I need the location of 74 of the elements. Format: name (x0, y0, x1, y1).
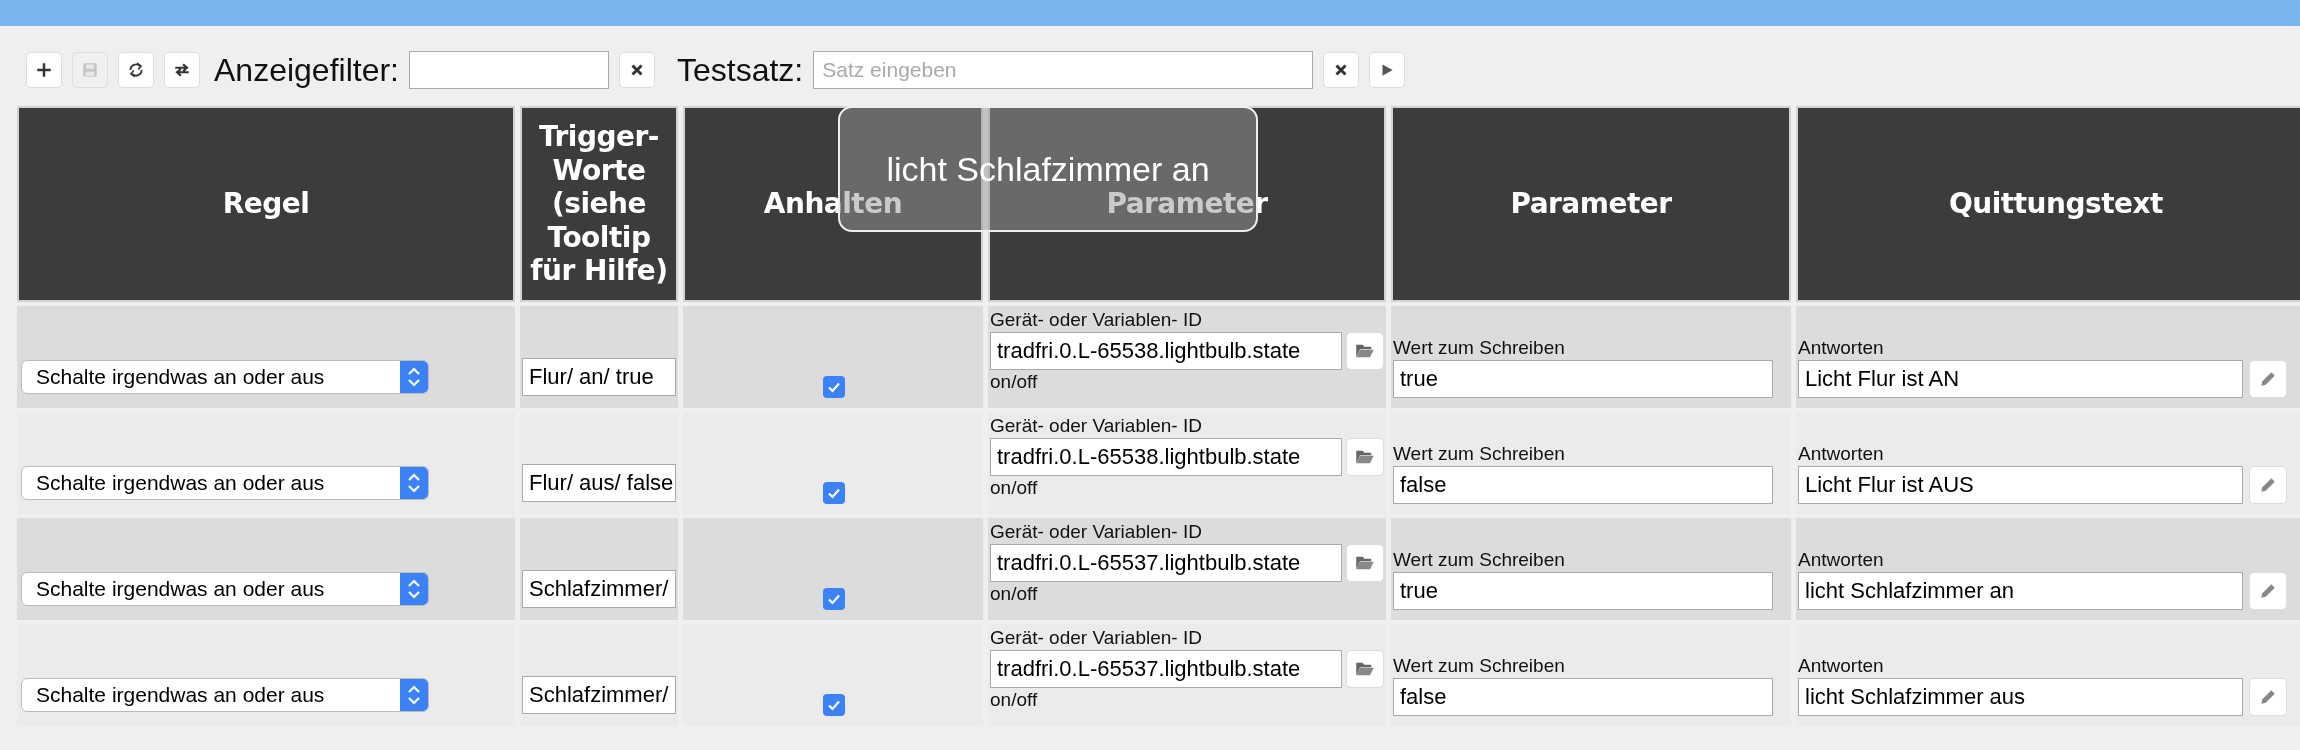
column-header: Trigger-Worte (siehe Tooltip für Hilfe) (520, 106, 678, 302)
edit-button[interactable] (2249, 572, 2287, 610)
field-label: Gerät- oder Variablen- ID (990, 414, 1203, 438)
sync-icon (127, 61, 145, 79)
value-field[interactable]: false (1393, 678, 1773, 716)
play-button[interactable] (1369, 52, 1406, 88)
field-label: Antworten (1798, 548, 1885, 572)
plus-button[interactable] (26, 52, 62, 88)
value-field[interactable]: false (1393, 466, 1773, 504)
id-field[interactable]: tradfri.0.L-65538.lightbulb.state (990, 332, 1342, 370)
column-header: Quittungstext (1796, 106, 2300, 302)
floppy-icon (81, 61, 99, 79)
field-label: Antworten (1798, 654, 1885, 678)
id-field[interactable]: tradfri.0.L-65537.lightbulb.state (990, 650, 1342, 688)
field-label: Wert zum Schreiben (1393, 336, 1566, 360)
reply-field[interactable]: Licht Flur ist AUS (1798, 466, 2243, 504)
rule-select[interactable]: Schalte irgendwas an oder aus (21, 466, 429, 500)
test-sentence-field[interactable]: Satz eingeben (813, 51, 1314, 89)
up-down-chevron-icon (400, 679, 428, 711)
rule-select[interactable]: Schalte irgendwas an oder aus (21, 360, 429, 394)
field-label: Gerät- oder Variablen- ID (990, 520, 1203, 544)
field-label: Gerät- oder Variablen- ID (990, 308, 1203, 332)
reply-field[interactable]: licht Schlafzimmer aus (1798, 678, 2243, 716)
rule-select[interactable]: Schalte irgendwas an oder aus (21, 572, 429, 606)
up-down-chevron-icon (400, 467, 428, 499)
up-down-chevron-icon (400, 573, 428, 605)
edit-button[interactable] (2249, 466, 2287, 504)
stop-checkbox[interactable] (823, 694, 845, 716)
field-label: Wert zum Schreiben (1393, 654, 1566, 678)
pencil-icon (2259, 688, 2277, 706)
edit-button[interactable] (2249, 678, 2287, 716)
field-label: Antworten (1798, 442, 1885, 466)
id-field[interactable]: tradfri.0.L-65537.lightbulb.state (990, 544, 1342, 582)
swap-arrows-icon (173, 61, 191, 79)
pencil-icon (2259, 582, 2277, 600)
hint-text: on/off (990, 370, 1039, 394)
up-down-chevron-icon (400, 361, 428, 393)
sync-button[interactable] (118, 52, 154, 88)
trigger-field[interactable]: Schlafzimmer/ (522, 676, 676, 714)
hint-text: on/off (990, 476, 1039, 500)
field-label: Wert zum Schreiben (1393, 548, 1566, 572)
clear-button[interactable] (619, 52, 655, 88)
field-label: Wert zum Schreiben (1393, 442, 1566, 466)
reply-field[interactable]: Licht Flur ist AN (1798, 360, 2243, 398)
swap-arrows-button[interactable] (164, 52, 200, 88)
rule-select[interactable]: Schalte irgendwas an oder aus (21, 678, 429, 712)
test-label: Testsatz: (677, 51, 804, 89)
id-field[interactable]: tradfri.0.L-65538.lightbulb.state (990, 438, 1342, 476)
value-field[interactable]: true (1393, 360, 1773, 398)
field-label: Gerät- oder Variablen- ID (990, 626, 1203, 650)
browse-button[interactable] (1346, 650, 1384, 688)
column-header: Parameter (1391, 106, 1791, 302)
browse-button[interactable] (1346, 438, 1384, 476)
field-label: Antworten (1798, 336, 1885, 360)
column-header: Regel (17, 106, 515, 302)
value-field[interactable]: true (1393, 572, 1773, 610)
trigger-field[interactable]: Flur/ aus/ false (522, 464, 676, 502)
hint-text: on/off (990, 688, 1039, 712)
stop-checkbox[interactable] (823, 588, 845, 610)
filter-field[interactable] (409, 51, 609, 89)
stop-checkbox[interactable] (823, 482, 845, 504)
browse-button[interactable] (1346, 544, 1384, 582)
filter-label: Anzeigefilter: (214, 51, 399, 89)
pencil-icon (2259, 476, 2277, 494)
trigger-field[interactable]: Flur/ an/ true (522, 358, 676, 396)
reply-field[interactable]: licht Schlafzimmer an (1798, 572, 2243, 610)
pencil-icon (2259, 370, 2277, 388)
clear-button[interactable] (1323, 52, 1360, 88)
hint-text: on/off (990, 582, 1039, 606)
stop-checkbox[interactable] (823, 376, 845, 398)
trigger-field[interactable]: Schlafzimmer/ (522, 570, 676, 608)
browse-button[interactable] (1346, 332, 1384, 370)
edit-button[interactable] (2249, 360, 2287, 398)
plus-icon (35, 61, 53, 79)
